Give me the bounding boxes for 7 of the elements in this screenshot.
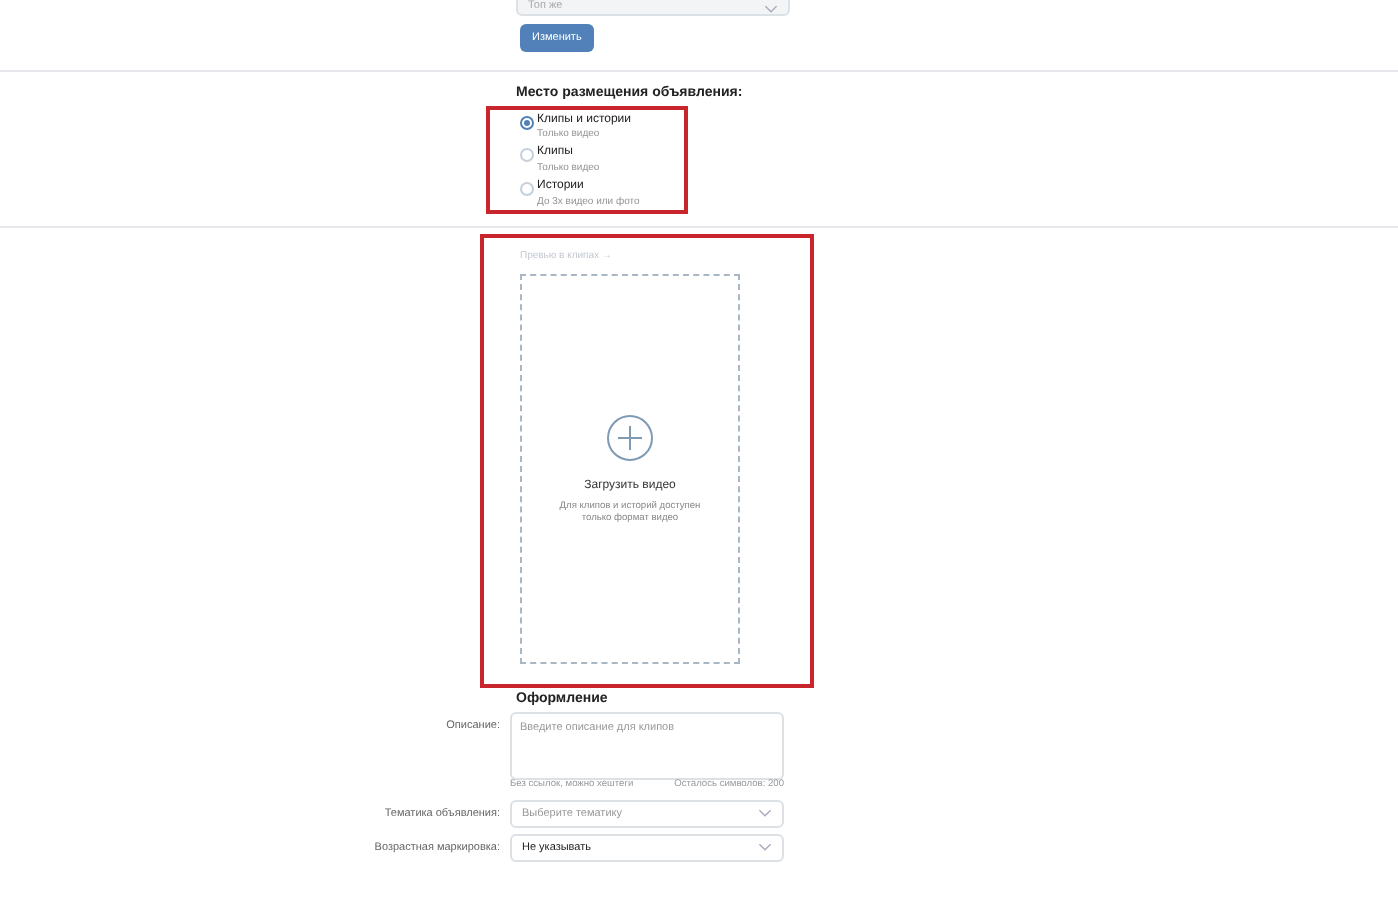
- plus-icon[interactable]: [606, 413, 654, 462]
- chevron-icon: [758, 808, 772, 819]
- radio-button[interactable]: [520, 182, 534, 197]
- chevron-icon: [758, 842, 772, 853]
- radio-button[interactable]: [520, 148, 534, 163]
- radio-button[interactable]: [520, 115, 534, 130]
- chevron-icon: [764, 4, 778, 14]
